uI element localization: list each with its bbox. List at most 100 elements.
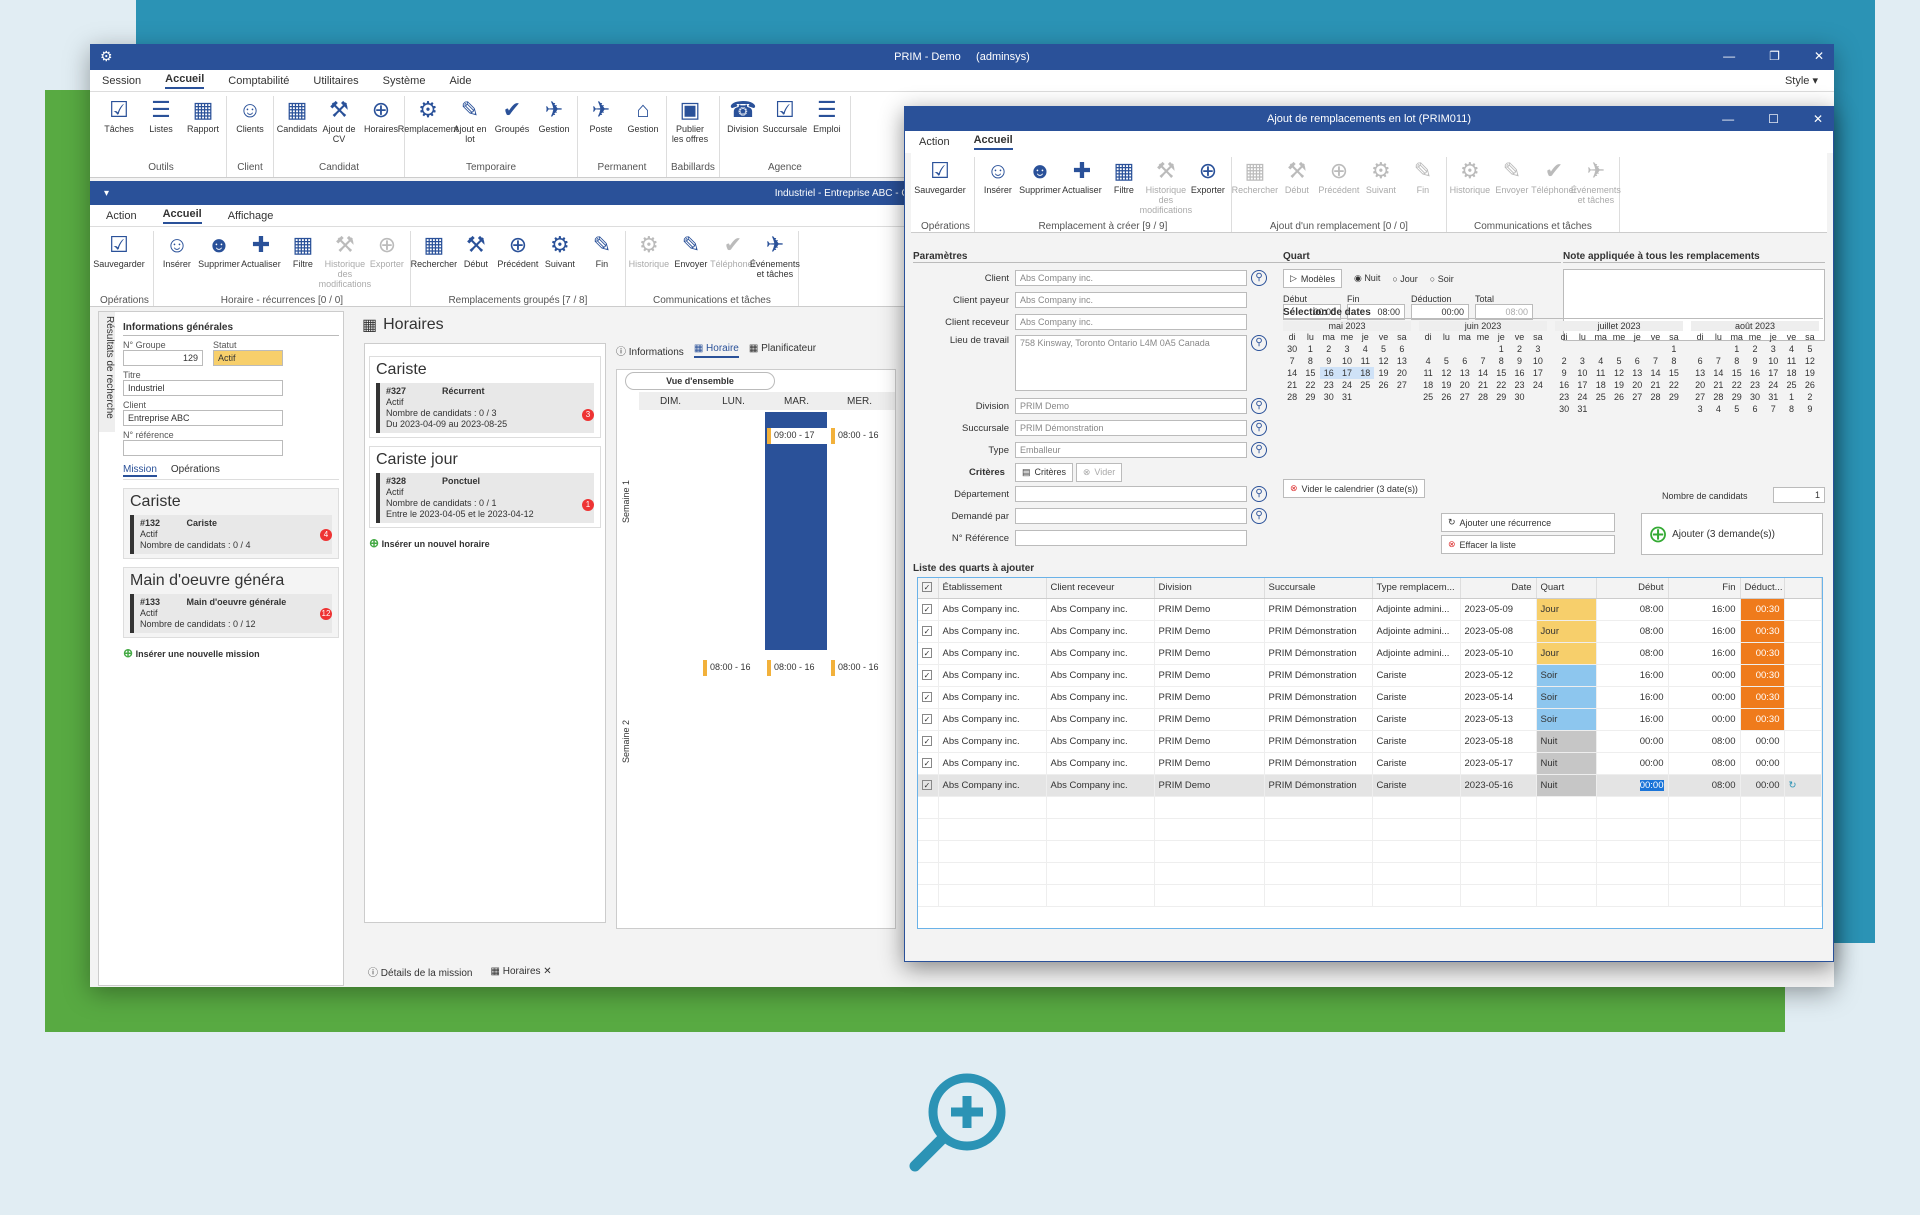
table-cell[interactable]: 16:00 xyxy=(1596,664,1669,687)
day-cell[interactable]: 19 xyxy=(1610,379,1628,391)
shift-chip[interactable]: 08:00 - 16 xyxy=(831,428,891,444)
day-cell[interactable]: 2 xyxy=(1746,343,1764,355)
row-checkbox[interactable]: ✓ xyxy=(922,779,932,790)
table-cell[interactable]: Abs Company inc. xyxy=(938,730,1047,753)
menu-systeme[interactable]: Système xyxy=(383,75,426,87)
groupes-button[interactable]: ✔ Groupés xyxy=(493,96,531,160)
column-header[interactable]: Type remplacem... xyxy=(1372,578,1461,599)
day-cell[interactable]: 3 xyxy=(1691,403,1709,415)
day-cell[interactable]: 6 xyxy=(1456,355,1474,367)
day-cell[interactable]: 25 xyxy=(1356,379,1374,391)
table-cell[interactable]: Abs Company inc. xyxy=(1046,730,1155,753)
inserer-button[interactable]: ☺ Insérer xyxy=(158,231,196,293)
telephoner-button[interactable]: ✔ Téléphoner xyxy=(710,231,756,293)
table-cell[interactable]: 2023-05-17 xyxy=(1460,752,1537,775)
table-cell[interactable]: Abs Company inc. xyxy=(1046,752,1155,775)
client-field[interactable]: Entreprise ABC xyxy=(123,410,283,426)
day-cell[interactable]: 30 xyxy=(1555,403,1573,415)
day-cell[interactable]: 12 xyxy=(1374,355,1392,367)
table-row[interactable]: ✓ Abs Company inc. Abs Company inc. PRIM De… xyxy=(918,642,1822,665)
column-header[interactable]: Établissement xyxy=(938,578,1047,599)
table-cell[interactable]: 00:00 xyxy=(1596,774,1669,797)
table-cell[interactable]: 16:00 xyxy=(1668,620,1741,643)
day-cell[interactable]: 11 xyxy=(1419,367,1437,379)
table-cell[interactable]: 16:00 xyxy=(1596,708,1669,731)
tab-operations[interactable]: Opérations xyxy=(171,464,220,477)
table-cell[interactable]: 08:00 xyxy=(1596,642,1669,665)
criteria-button[interactable]: ▤ Critères xyxy=(1015,462,1074,482)
supprimer-button[interactable]: ☻ Supprimer xyxy=(198,231,240,293)
day-cell[interactable]: 1 xyxy=(1665,343,1683,355)
overview-toggle[interactable]: Vue d'ensemble xyxy=(625,372,775,390)
tab-mission-details[interactable]: ⓘ Détails de la mission xyxy=(368,964,473,979)
day-cell[interactable]: 8 xyxy=(1665,355,1683,367)
historique-button[interactable]: ⚙ Historique xyxy=(1450,157,1491,219)
day-cell[interactable]: 24 xyxy=(1529,379,1547,391)
tab-informations[interactable]: ⓘ Informations xyxy=(616,343,684,358)
evenements-et-taches-button[interactable]: ✈ Événements et tâches xyxy=(1571,157,1621,219)
listes-button[interactable]: ☰ Listes xyxy=(142,96,180,160)
table-cell[interactable]: Nuit xyxy=(1536,730,1597,753)
search-icon[interactable]: ⚲ xyxy=(1251,442,1267,458)
column-header[interactable]: Déduct... xyxy=(1740,578,1785,599)
client-field[interactable]: Abs Company inc. xyxy=(1015,270,1247,286)
day-cell[interactable] xyxy=(1555,343,1573,355)
table-cell[interactable]: Cariste xyxy=(1372,664,1461,687)
refresh-icon[interactable]: ↻ xyxy=(1789,780,1797,791)
filtre-button[interactable]: ▦ Filtre xyxy=(1105,157,1143,219)
row-checkbox[interactable]: ✓ xyxy=(922,735,932,746)
day-cell[interactable]: 27 xyxy=(1628,391,1646,403)
day-cell[interactable]: 29 xyxy=(1492,391,1510,403)
evening-radio[interactable]: ○ Soir xyxy=(1430,274,1454,284)
demande-par-field[interactable] xyxy=(1015,508,1247,524)
table-cell[interactable]: 08:00 xyxy=(1596,598,1669,621)
lieu-de-travail-field[interactable]: 758 Kinsway, Toronto Ontario L4M 0A5 Can… xyxy=(1015,335,1247,391)
day-cell[interactable]: 5 xyxy=(1374,343,1392,355)
day-cell[interactable]: 4 xyxy=(1709,403,1727,415)
maximize-icon[interactable]: ☐ xyxy=(1768,112,1779,126)
day-cell[interactable]: 12 xyxy=(1437,367,1455,379)
debut-button[interactable]: ⚒ Début xyxy=(457,231,495,293)
table-cell[interactable]: 08:00 xyxy=(1668,774,1741,797)
search-icon[interactable]: ⚲ xyxy=(1251,335,1267,351)
table-row[interactable]: ✓ Abs Company inc. Abs Company inc. PRIM De… xyxy=(918,730,1822,753)
table-cell[interactable]: PRIM Demo xyxy=(1154,598,1265,621)
table-cell[interactable]: Cariste xyxy=(1372,752,1461,775)
minimize-icon[interactable]: — xyxy=(1723,49,1735,63)
day-cell[interactable]: 17 xyxy=(1573,379,1591,391)
table-row[interactable]: ✓ Abs Company inc. Abs Company inc. PRIM De… xyxy=(918,598,1822,621)
candidates-field[interactable]: 1 xyxy=(1773,487,1825,503)
day-cell[interactable]: 22 xyxy=(1665,379,1683,391)
day-cell[interactable]: 2 xyxy=(1320,343,1338,355)
rechercher-button[interactable]: ▦ Rechercher xyxy=(1232,157,1279,219)
day-cell[interactable]: 10 xyxy=(1764,355,1782,367)
table-cell[interactable]: Abs Company inc. xyxy=(1046,708,1155,731)
horaires-button[interactable]: ⊕ Horaires xyxy=(362,96,400,160)
table-cell[interactable]: PRIM Demo xyxy=(1154,620,1265,643)
day-cell[interactable]: 6 xyxy=(1393,343,1411,355)
table-cell[interactable]: 00:00 xyxy=(1740,774,1785,797)
table-cell[interactable]: Abs Company inc. xyxy=(938,686,1047,709)
table-cell[interactable]: 2023-05-13 xyxy=(1460,708,1537,731)
day-cell[interactable]: 14 xyxy=(1474,367,1492,379)
table-cell[interactable]: 2023-05-10 xyxy=(1460,642,1537,665)
day-cell[interactable]: 15 xyxy=(1665,367,1683,379)
menu-utilitaires[interactable]: Utilitaires xyxy=(313,75,358,87)
table-cell[interactable]: 00:30 xyxy=(1740,642,1785,665)
close-icon[interactable]: ✕ xyxy=(1814,49,1824,63)
inserer-button[interactable]: ☺ Insérer xyxy=(979,157,1017,219)
row-checkbox[interactable]: ✓ xyxy=(922,625,932,636)
day-cell[interactable]: 3 xyxy=(1338,343,1356,355)
day-cell[interactable]: 2 xyxy=(1801,391,1819,403)
table-cell[interactable]: Abs Company inc. xyxy=(938,752,1047,775)
day-cell[interactable]: 9 xyxy=(1320,355,1338,367)
gestion-button[interactable]: ✈ Gestion xyxy=(535,96,573,160)
search-results-tab[interactable]: Résultats de recherche xyxy=(99,312,115,432)
search-icon[interactable]: ⚲ xyxy=(1251,270,1267,286)
evenements-et-taches-button[interactable]: ✈ Événements et tâches xyxy=(750,231,800,293)
table-cell[interactable]: PRIM Démonstration xyxy=(1264,664,1373,687)
dialog-tab-accueil[interactable]: Accueil xyxy=(973,134,1013,150)
row-checkbox[interactable]: ✓ xyxy=(922,757,932,768)
type-field[interactable]: Emballeur xyxy=(1015,442,1247,458)
day-cell[interactable]: 2 xyxy=(1555,355,1573,367)
